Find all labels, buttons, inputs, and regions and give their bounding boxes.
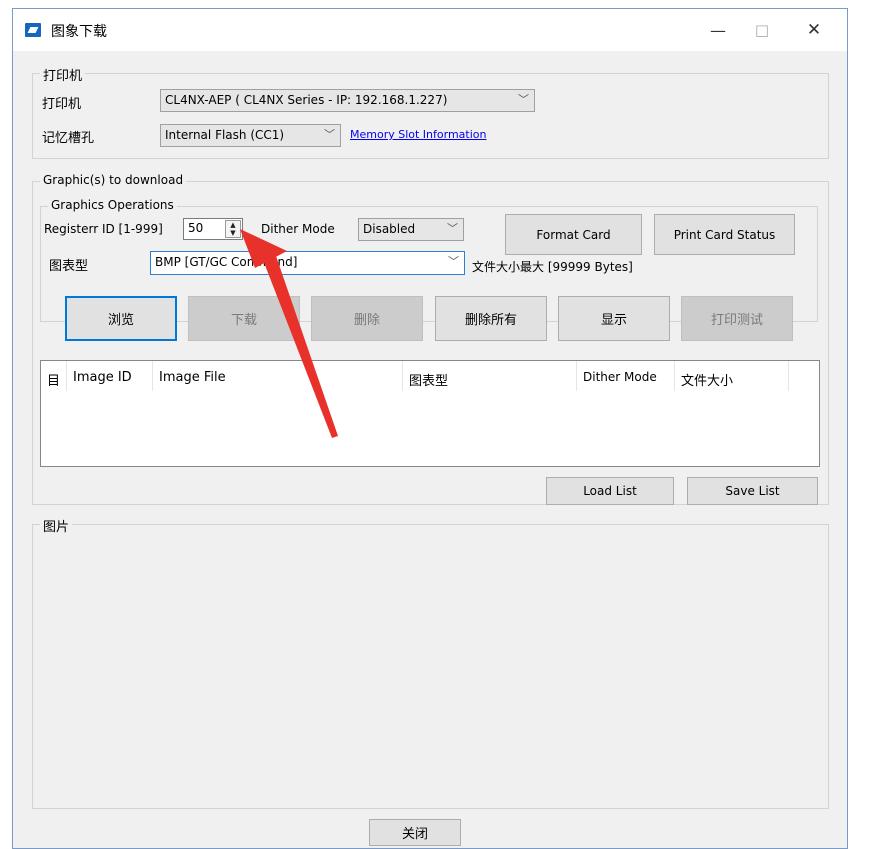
title-bar: 图象下载 — □ ✕ xyxy=(13,9,847,51)
chevron-down-icon: ﹀ xyxy=(448,255,459,268)
printer-group: 打印机 打印机 CL4NX-AEP ( CL4NX Series - IP: 1… xyxy=(32,65,829,159)
show-button[interactable]: 显示 xyxy=(558,296,670,341)
printer-group-legend: 打印机 xyxy=(40,65,86,84)
image-download-window: 图象下载 — □ ✕ 打印机 打印机 CL4NX-AEP ( CL4NX Ser… xyxy=(12,8,848,849)
graphic-type-value: BMP [GT/GC Command] xyxy=(155,255,298,269)
memory-slot-label: 记忆槽孔 xyxy=(42,131,95,146)
download-button[interactable]: 下载 xyxy=(188,296,300,341)
close-window-button[interactable]: ✕ xyxy=(791,9,837,51)
browse-button[interactable]: 浏览 xyxy=(65,296,177,341)
chevron-down-icon: ﹀ xyxy=(518,93,529,106)
graphics-download-group: Graphic(s) to download Graphics Operatio… xyxy=(32,173,829,505)
column-header-image-id[interactable]: Image ID xyxy=(67,361,153,391)
max-file-size-text: 文件大小最大 [99999 Bytes] xyxy=(472,260,633,274)
dither-mode-label: Dither Mode xyxy=(261,222,335,236)
column-header-graphic-type[interactable]: 图表型 xyxy=(403,361,577,391)
image-preview-group: 图片 xyxy=(32,516,829,809)
column-header-image-file[interactable]: Image File xyxy=(153,361,403,391)
app-icon xyxy=(25,23,41,37)
column-header-index[interactable]: 目 xyxy=(41,361,67,391)
graphics-download-legend: Graphic(s) to download xyxy=(40,173,187,187)
format-card-button[interactable]: Format Card xyxy=(505,214,642,255)
minimize-button[interactable]: — xyxy=(695,9,741,51)
register-id-label: Registerr ID [1-999] xyxy=(44,222,163,236)
print-card-status-button[interactable]: Print Card Status xyxy=(654,214,795,255)
printer-select-value: CL4NX-AEP ( CL4NX Series - IP: 192.168.1… xyxy=(165,93,448,107)
stepper-up-icon[interactable]: ▲ xyxy=(226,221,240,229)
dither-mode-select[interactable]: Disabled ﹀ xyxy=(358,218,464,241)
graphic-type-label: 图表型 xyxy=(49,259,89,274)
memory-slot-info-link[interactable]: Memory Slot Information xyxy=(350,128,487,141)
register-id-stepper[interactable]: 50 ▲ ▼ xyxy=(183,218,243,240)
stepper-buttons[interactable]: ▲ ▼ xyxy=(225,220,241,238)
column-header-dither-mode[interactable]: Dither Mode xyxy=(577,361,675,391)
printer-label: 打印机 xyxy=(42,97,82,112)
image-preview-legend: 图片 xyxy=(40,516,73,535)
printer-select[interactable]: CL4NX-AEP ( CL4NX Series - IP: 192.168.1… xyxy=(160,89,535,112)
image-list[interactable]: 目 Image ID Image File 图表型 Dither Mode 文件… xyxy=(40,360,820,467)
memory-slot-select[interactable]: Internal Flash (CC1) ﹀ xyxy=(160,124,341,147)
graphic-type-select[interactable]: BMP [GT/GC Command] ﹀ xyxy=(150,251,465,275)
maximize-button[interactable]: □ xyxy=(739,9,785,51)
graphics-operations-legend: Graphics Operations xyxy=(48,198,177,212)
load-list-button[interactable]: Load List xyxy=(546,477,674,505)
column-header-file-size[interactable]: 文件大小 xyxy=(675,361,789,391)
print-test-button[interactable]: 打印测试 xyxy=(681,296,793,341)
save-list-button[interactable]: Save List xyxy=(687,477,818,505)
window-title: 图象下载 xyxy=(51,24,107,40)
delete-all-button[interactable]: 删除所有 xyxy=(435,296,547,341)
chevron-down-icon: ﹀ xyxy=(447,222,458,235)
delete-button[interactable]: 删除 xyxy=(311,296,423,341)
register-id-value: 50 xyxy=(188,221,204,235)
memory-slot-select-value: Internal Flash (CC1) xyxy=(165,128,285,142)
stepper-down-icon[interactable]: ▼ xyxy=(226,229,240,237)
chevron-down-icon: ﹀ xyxy=(324,128,335,141)
close-button[interactable]: 关闭 xyxy=(369,819,461,846)
dither-mode-value: Disabled xyxy=(363,222,416,236)
